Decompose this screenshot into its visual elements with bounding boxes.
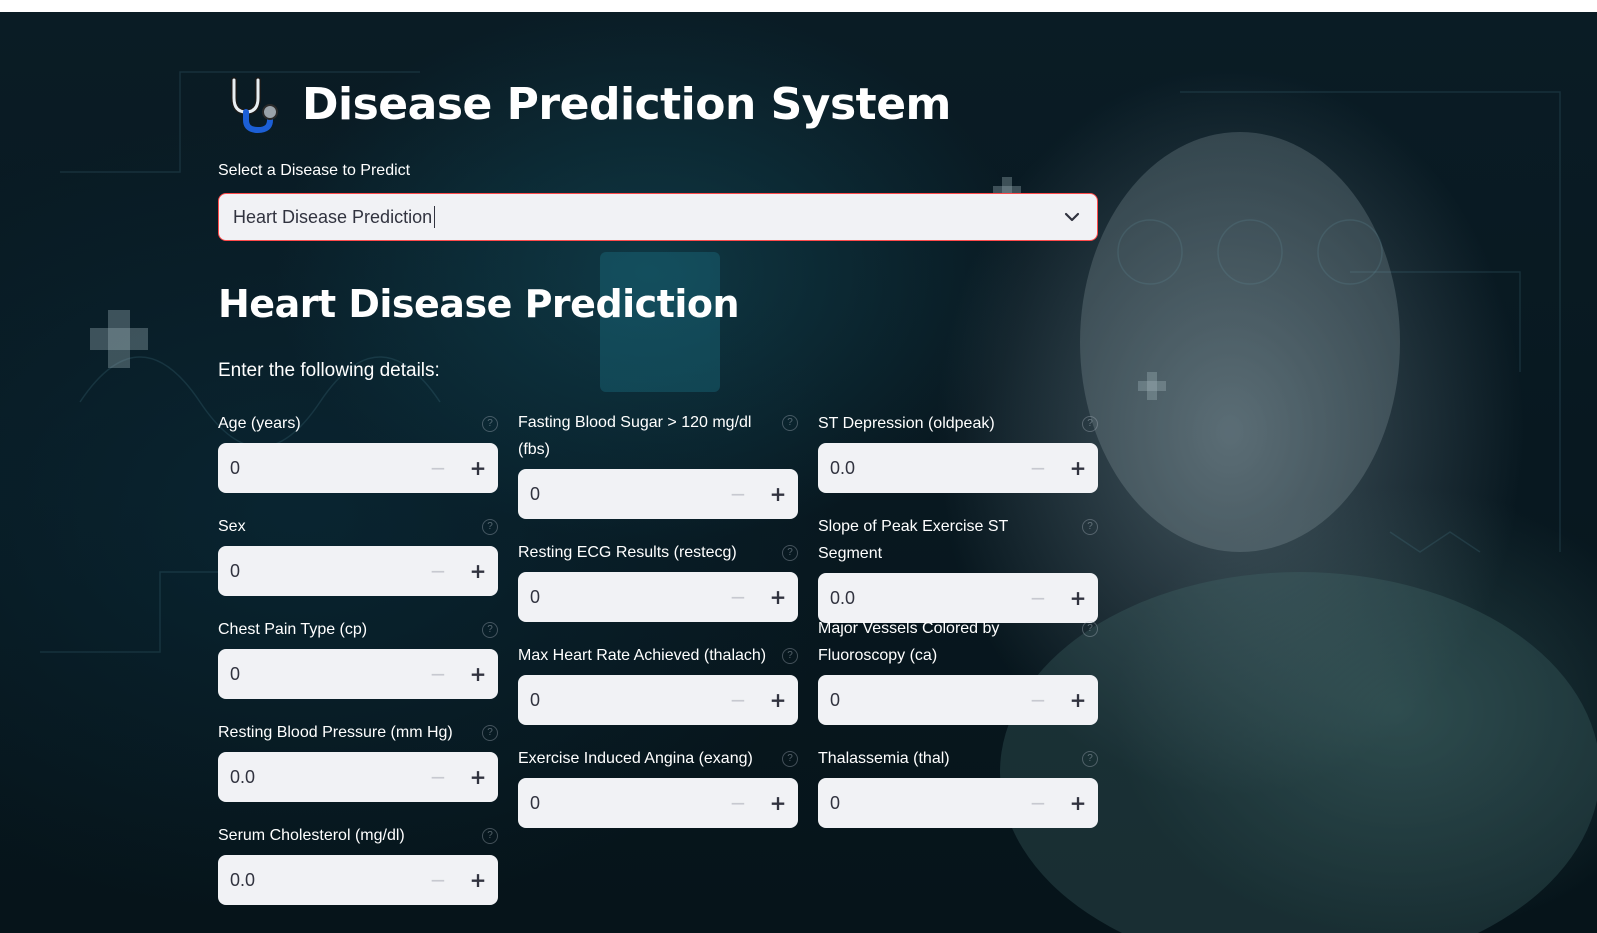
input-value[interactable]: 0.0 xyxy=(218,870,418,891)
oldpeak-input[interactable]: 0.0 − + xyxy=(818,443,1098,493)
thal-input[interactable]: 0 − + xyxy=(818,778,1098,828)
input-value[interactable]: 0 xyxy=(518,690,718,711)
trestbps-input[interactable]: 0.0 − + xyxy=(218,752,498,802)
field-restecg: Resting ECG Results (restecg) ? 0 − + xyxy=(518,539,798,622)
field-thalach: Max Heart Rate Achieved (thalach) ? 0 − … xyxy=(518,642,798,725)
field-label: Slope of Peak Exercise ST Segment xyxy=(818,518,1009,562)
field-oldpeak: ST Depression (oldpeak) ? 0.0 − + xyxy=(818,410,1098,493)
field-label: Resting ECG Results (restecg) xyxy=(518,544,737,561)
input-value[interactable]: 0 xyxy=(518,484,718,505)
field-cp: Chest Pain Type (cp) ? 0 − + xyxy=(218,616,498,699)
help-icon[interactable]: ? xyxy=(482,828,498,844)
increment-button[interactable]: + xyxy=(1058,675,1098,725)
input-value[interactable]: 0.0 xyxy=(818,588,1018,609)
decrement-button[interactable]: − xyxy=(718,778,758,828)
chevron-down-icon[interactable] xyxy=(1063,208,1081,226)
field-chol: Serum Cholesterol (mg/dl) ? 0.0 − + xyxy=(218,822,498,905)
decrement-button[interactable]: − xyxy=(418,752,458,802)
text-cursor xyxy=(434,206,436,228)
app-title: Disease Prediction System xyxy=(302,78,951,130)
help-icon[interactable]: ? xyxy=(782,648,798,664)
app-header: Disease Prediction System xyxy=(220,72,951,136)
field-fbs: Fasting Blood Sugar > 120 mg/dl (fbs) ? … xyxy=(518,409,798,519)
decrement-button[interactable]: − xyxy=(418,855,458,905)
increment-button[interactable]: + xyxy=(1058,443,1098,493)
field-thal: Thalassemia (thal) ? 0 − + xyxy=(818,745,1098,828)
help-icon[interactable]: ? xyxy=(482,416,498,432)
age-input[interactable]: 0 − + xyxy=(218,443,498,493)
decrement-button[interactable]: − xyxy=(418,649,458,699)
input-value[interactable]: 0 xyxy=(818,793,1018,814)
field-label: Age (years) xyxy=(218,415,301,432)
help-icon[interactable]: ? xyxy=(782,415,798,431)
field-label: Major Vessels Colored by Fluoroscopy (ca… xyxy=(818,620,1000,664)
help-icon[interactable]: ? xyxy=(482,725,498,741)
exang-input[interactable]: 0 − + xyxy=(518,778,798,828)
decrement-button[interactable]: − xyxy=(418,546,458,596)
help-icon[interactable]: ? xyxy=(1082,751,1098,767)
disease-select-label: Select a Disease to Predict xyxy=(218,162,411,179)
field-trestbps: Resting Blood Pressure (mm Hg) ? 0.0 − + xyxy=(218,719,498,802)
field-label: Exercise Induced Angina (exang) xyxy=(518,750,753,767)
field-label: Resting Blood Pressure (mm Hg) xyxy=(218,724,453,741)
thalach-input[interactable]: 0 − + xyxy=(518,675,798,725)
section-subtitle: Enter the following details: xyxy=(218,360,440,381)
field-label: ST Depression (oldpeak) xyxy=(818,415,995,432)
field-exang: Exercise Induced Angina (exang) ? 0 − + xyxy=(518,745,798,828)
decrement-button[interactable]: − xyxy=(718,572,758,622)
input-value[interactable]: 0 xyxy=(218,458,418,479)
field-age: Age (years) ? 0 − + xyxy=(218,410,498,493)
increment-button[interactable]: + xyxy=(758,469,798,519)
input-value[interactable]: 0.0 xyxy=(218,767,418,788)
field-label: Serum Cholesterol (mg/dl) xyxy=(218,827,405,844)
field-label: Thalassemia (thal) xyxy=(818,750,950,767)
field-slope: Slope of Peak Exercise ST Segment ? 0.0 … xyxy=(818,513,1098,623)
ca-input[interactable]: 0 − + xyxy=(818,675,1098,725)
increment-button[interactable]: + xyxy=(758,572,798,622)
increment-button[interactable]: + xyxy=(758,778,798,828)
help-icon[interactable]: ? xyxy=(1082,621,1098,637)
decrement-button[interactable]: − xyxy=(1018,675,1058,725)
help-icon[interactable]: ? xyxy=(1082,416,1098,432)
decrement-button[interactable]: − xyxy=(418,443,458,493)
disease-select[interactable]: Heart Disease Prediction xyxy=(218,193,1098,241)
field-label: Fasting Blood Sugar > 120 mg/dl (fbs) xyxy=(518,414,752,458)
stethoscope-icon xyxy=(231,77,278,134)
decrement-button[interactable]: − xyxy=(718,469,758,519)
field-label: Max Heart Rate Achieved (thalach) xyxy=(518,647,767,664)
field-ca: Major Vessels Colored by Fluoroscopy (ca… xyxy=(818,615,1098,725)
increment-button[interactable]: + xyxy=(1058,778,1098,828)
increment-button[interactable]: + xyxy=(458,752,498,802)
increment-button[interactable]: + xyxy=(458,443,498,493)
increment-button[interactable]: + xyxy=(458,546,498,596)
increment-button[interactable]: + xyxy=(458,855,498,905)
help-icon[interactable]: ? xyxy=(482,519,498,535)
input-value[interactable]: 0.0 xyxy=(818,458,1018,479)
input-value[interactable]: 0 xyxy=(218,664,418,685)
field-label: Sex xyxy=(218,518,246,535)
field-label: Chest Pain Type (cp) xyxy=(218,621,368,638)
help-icon[interactable]: ? xyxy=(782,751,798,767)
help-icon[interactable]: ? xyxy=(482,622,498,638)
section-title: Heart Disease Prediction xyxy=(218,282,740,326)
input-value[interactable]: 0 xyxy=(818,690,1018,711)
sex-input[interactable]: 0 − + xyxy=(218,546,498,596)
disease-select-value: Heart Disease Prediction xyxy=(233,206,433,227)
decrement-button[interactable]: − xyxy=(1018,778,1058,828)
restecg-input[interactable]: 0 − + xyxy=(518,572,798,622)
input-value[interactable]: 0 xyxy=(518,587,718,608)
field-sex: Sex ? 0 − + xyxy=(218,513,498,596)
help-icon[interactable]: ? xyxy=(782,545,798,561)
chol-input[interactable]: 0.0 − + xyxy=(218,855,498,905)
increment-button[interactable]: + xyxy=(458,649,498,699)
input-value[interactable]: 0 xyxy=(518,793,718,814)
input-value[interactable]: 0 xyxy=(218,561,418,582)
decrement-button[interactable]: − xyxy=(718,675,758,725)
cp-input[interactable]: 0 − + xyxy=(218,649,498,699)
help-icon[interactable]: ? xyxy=(1082,519,1098,535)
increment-button[interactable]: + xyxy=(758,675,798,725)
decrement-button[interactable]: − xyxy=(1018,443,1058,493)
fbs-input[interactable]: 0 − + xyxy=(518,469,798,519)
